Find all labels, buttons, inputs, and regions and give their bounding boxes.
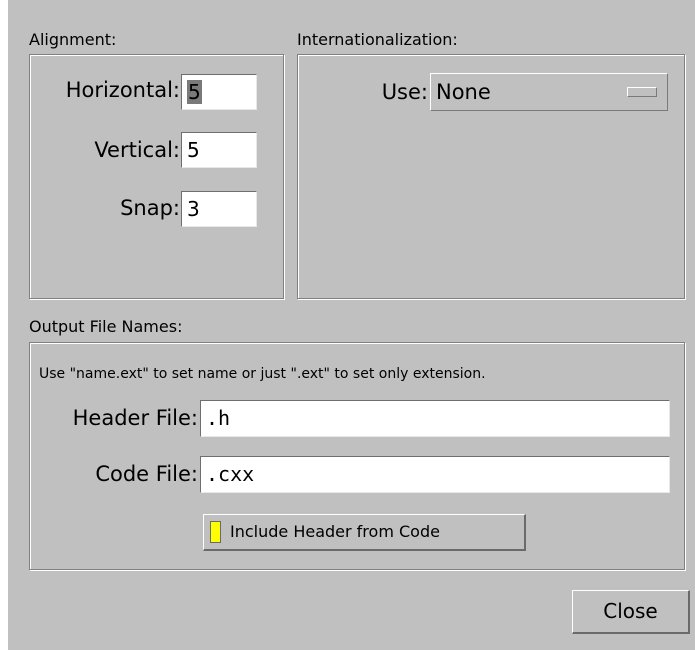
include-header-checkbox-button[interactable]: Include Header from Code bbox=[203, 514, 526, 551]
use-dropdown[interactable]: None bbox=[430, 73, 668, 111]
vertical-input[interactable]: 5 bbox=[181, 132, 257, 168]
snap-label: Snap: bbox=[120, 196, 180, 220]
checkbox-icon bbox=[210, 521, 221, 543]
use-dropdown-value: None bbox=[436, 80, 491, 104]
code-file-label: Code File: bbox=[95, 462, 198, 486]
snap-input[interactable]: 3 bbox=[181, 191, 257, 227]
dropdown-indicator-icon bbox=[627, 87, 657, 97]
header-file-label: Header File: bbox=[72, 406, 198, 430]
include-header-label: Include Header from Code bbox=[230, 522, 440, 541]
header-file-input[interactable]: .h bbox=[200, 400, 670, 437]
horizontal-label: Horizontal: bbox=[65, 78, 180, 102]
vertical-label: Vertical: bbox=[94, 138, 180, 162]
i18n-group-title: Internationalization: bbox=[297, 30, 458, 49]
close-button[interactable]: Close bbox=[572, 590, 690, 634]
output-group-title: Output File Names: bbox=[29, 317, 183, 336]
use-label: Use: bbox=[381, 80, 428, 104]
horizontal-input[interactable]: 5 bbox=[181, 74, 257, 110]
alignment-group-title: Alignment: bbox=[29, 30, 117, 49]
preferences-dialog: Alignment: Horizontal: 5 Vertical: 5 Sna… bbox=[8, 0, 695, 650]
output-hint: Use "name.ext" to set name or just ".ext… bbox=[39, 366, 486, 382]
horizontal-value: 5 bbox=[187, 80, 202, 104]
code-file-input[interactable]: .cxx bbox=[200, 456, 670, 493]
